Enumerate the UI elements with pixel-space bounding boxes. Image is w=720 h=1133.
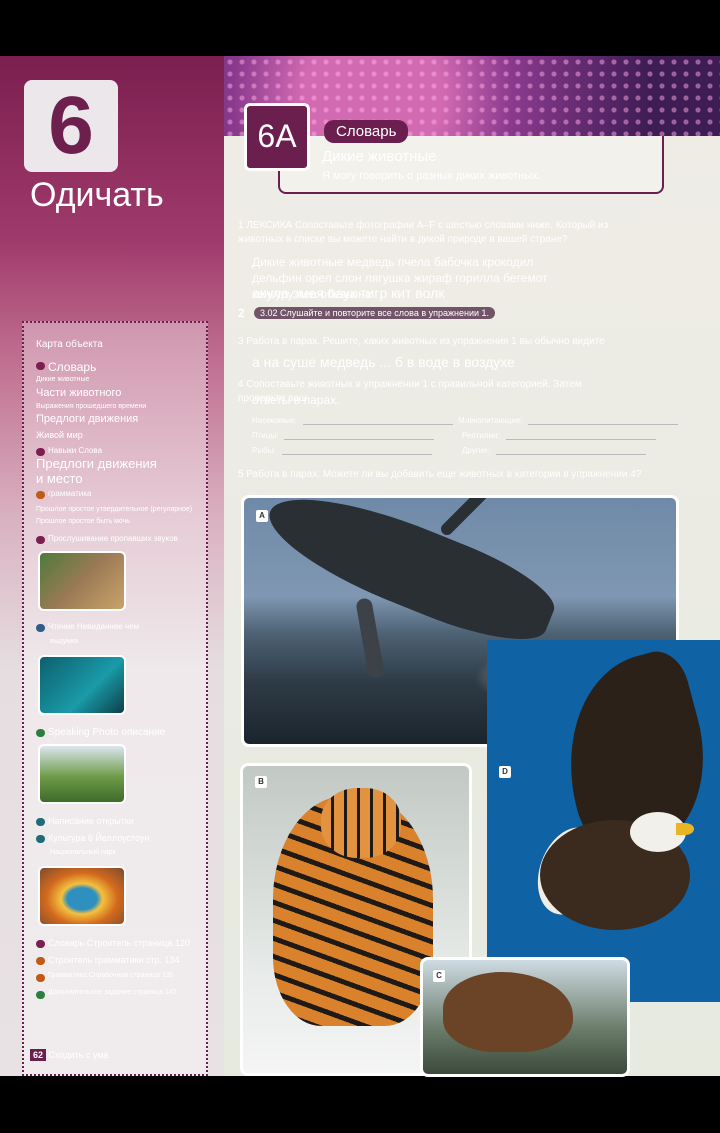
sidebar-body-parts: Части животного [36, 387, 122, 399]
sidebar-ref-grammar-builder[interactable]: Строитель грамматики стр. 134 [36, 955, 180, 965]
unit-number: 6 [24, 80, 118, 172]
answer-line[interactable] [495, 454, 646, 455]
whale-tail-shape [438, 498, 490, 538]
photo-label-d: D [499, 766, 511, 778]
category-other: Другие: [462, 446, 646, 455]
exercise-3-categories: а на суше медведь ... б в воде в воздухе [252, 354, 515, 370]
sidebar-word-skills[interactable]: Навыки Слова [36, 446, 102, 456]
category-fish: Рыбы: [252, 446, 432, 455]
exercise-2-number: 2 [238, 306, 245, 320]
thumbnail-park [38, 744, 126, 804]
sidebar-reading-sub: выдумка [50, 638, 79, 645]
lesson-heading-frame [278, 136, 664, 194]
answer-line[interactable] [281, 454, 432, 455]
photo-label-a: A [256, 510, 268, 522]
lesson-tag: Словарь [324, 120, 409, 143]
photo-bear: C [420, 957, 630, 1077]
sidebar-grammar-2: Прошлое простое быть мочь [36, 518, 130, 525]
word-list-continued: акула змея паук тигр кит волк [252, 285, 445, 301]
thumbnail-yellowstone [38, 866, 126, 926]
sidebar-culture-sub: Национальный парк [50, 849, 116, 856]
footer-text: Сходить с ума [48, 1050, 109, 1060]
sidebar-prepositions-place: Предлоги движения и место [36, 456, 157, 486]
photo-label-c: C [433, 970, 445, 982]
exercise-1: 1 ЛЕКСИКА Сопоставьте фотографии A–F с ш… [238, 220, 609, 245]
sidebar-wild-animals: Дикие животные [36, 376, 90, 383]
sidebar-time-expressions: Выражения прошедшего времени [36, 403, 147, 410]
sidebar-title: Карта объекта [36, 339, 103, 350]
thumbnail-camping [38, 551, 126, 611]
sidebar-wild-world: Живой мир [36, 430, 83, 440]
eagle-beak-shape [676, 823, 694, 835]
category-reptiles: Рептилии: [462, 431, 656, 440]
sidebar-ref-extra[interactable]: Дополнительное задание страница 142 [36, 989, 177, 999]
whale-fin-shape [355, 597, 385, 679]
answer-line[interactable] [284, 439, 435, 440]
lesson-goal: Я могу говорить о разных диких животных. [322, 170, 541, 182]
sidebar-listening[interactable]: Прослушивание пропавших звуков [36, 534, 178, 544]
sidebar-vocab[interactable]: Словарь [36, 360, 96, 374]
audio-instruction[interactable]: 3.02 Слушайте и повторите все слова в уп… [254, 307, 496, 319]
sidebar-speaking[interactable]: Speaking Photo описание [36, 727, 165, 738]
page-number: 62 [30, 1049, 47, 1061]
category-mammals: Млекопитающие: [458, 416, 679, 425]
exercise-3: 3 Работа в парах. Решите, каких животных… [238, 336, 605, 347]
sidebar-culture[interactable]: Культура 6 Йеллоустоун [36, 833, 149, 843]
sidebar-ref-grammar-reference[interactable]: Грамматика Справочная страница 135 [36, 972, 174, 982]
sidebar-writing[interactable]: Написание открытки [36, 816, 134, 826]
thumbnail-diving [38, 655, 126, 715]
sidebar-grammar-1: Прошлое простое утвердительное (регулярн… [36, 506, 193, 513]
photo-label-b: B [255, 776, 267, 788]
bear-shape [443, 972, 573, 1052]
unit-title: Одичать [30, 176, 164, 214]
sidebar-ref-vocab[interactable]: Словарь Строитель страница 120 [36, 938, 190, 948]
answer-line[interactable] [505, 439, 656, 440]
answer-line[interactable] [302, 424, 453, 425]
exercise-5: 5 Работа в парах. Можете ли вы добавить … [238, 469, 642, 480]
lesson-title: Дикие животные [322, 148, 437, 165]
category-insects: Насекомые: [252, 416, 453, 425]
sidebar-reading[interactable]: Чтение Невиданнее чем [36, 622, 139, 632]
category-birds: Птицы: [252, 431, 435, 440]
lesson-code: 6A [244, 103, 310, 171]
sidebar-grammar[interactable]: грамматика [36, 489, 91, 499]
exercise-4-continued: ответы в парах. [252, 393, 340, 407]
tiger-face-shape [321, 788, 401, 858]
page-footer: 62 Сходить с ума [30, 1049, 109, 1061]
answer-line[interactable] [528, 424, 679, 425]
whale-shape [255, 498, 565, 660]
sidebar-prepositions: Предлоги движения [36, 413, 139, 425]
